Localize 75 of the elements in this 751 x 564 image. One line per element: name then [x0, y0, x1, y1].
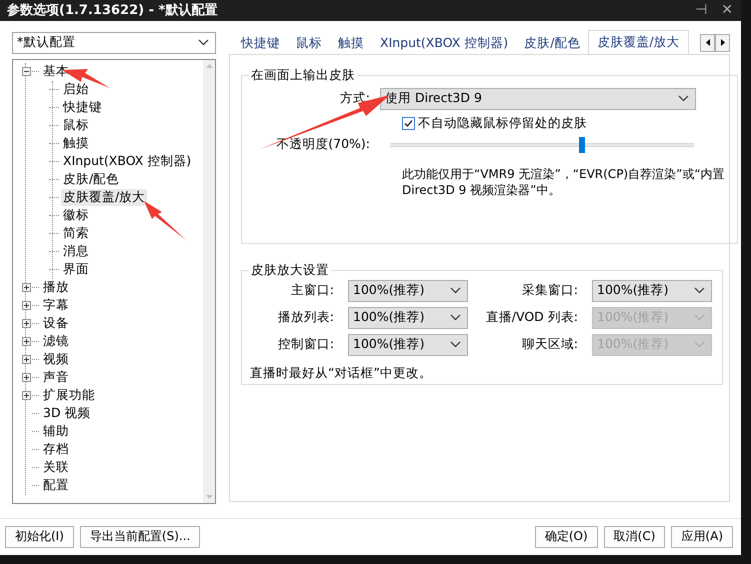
tab-scroll-left-icon[interactable] [700, 34, 715, 52]
expand-icon[interactable] [22, 355, 31, 364]
checkbox-label[interactable]: 不自动隐藏鼠标停留处的皮肤 [418, 114, 587, 132]
tab[interactable]: 皮肤覆盖/放大 [588, 30, 689, 54]
caret-icon [450, 314, 461, 322]
tree-item[interactable]: 配置 [41, 477, 71, 494]
checkbox[interactable] [402, 116, 415, 130]
tree-item[interactable]: 皮肤/配色 [61, 171, 122, 188]
tab[interactable]: 鼠标 [288, 32, 330, 54]
caret-icon [450, 287, 461, 294]
dialog-button[interactable]: 初始化(I) [5, 526, 74, 548]
tab[interactable]: 触摸 [330, 32, 372, 54]
tree-item[interactable]: 视频 [41, 351, 71, 368]
expand-icon[interactable] [22, 283, 31, 292]
caret-icon [678, 95, 689, 102]
profile-dropdown[interactable]: *默认配置 [12, 32, 216, 54]
tree-item[interactable]: 皮肤覆盖/放大 [61, 189, 148, 206]
pin-button[interactable]: ⊣ [695, 2, 708, 18]
collapse-icon[interactable] [22, 67, 31, 76]
tree-item[interactable]: 设备 [41, 315, 71, 332]
zoom-dropdown[interactable]: 100%(推荐) [348, 334, 468, 356]
annotation-arrow [144, 201, 186, 240]
expand-icon[interactable] [22, 337, 31, 346]
tree-item[interactable]: 滤镜 [41, 333, 71, 350]
dialog-button[interactable]: 导出当前配置(S)... [80, 526, 200, 548]
expand-icon[interactable] [22, 301, 31, 310]
tree-item[interactable]: 启始 [61, 81, 91, 98]
tree-item[interactable]: 消息 [61, 243, 91, 260]
dialog-button[interactable]: 取消(C) [604, 526, 666, 548]
caret-icon [694, 287, 705, 294]
caret-icon [694, 314, 705, 322]
tab[interactable]: 皮肤/配色 [516, 32, 588, 54]
tree-item[interactable]: 播放 [41, 279, 71, 296]
tree-item[interactable]: XInput(XBOX 控制器) [61, 153, 194, 170]
caret-icon [694, 341, 705, 348]
tree-item[interactable]: 徽标 [61, 207, 91, 224]
dialog-button[interactable]: 确定(O) [534, 526, 598, 548]
field-label: 控制窗口: [276, 336, 335, 354]
scrollbar[interactable] [203, 60, 215, 503]
tree-item[interactable]: 触摸 [61, 135, 91, 152]
tree-item[interactable]: 扩展功能 [41, 387, 97, 404]
zoom-dropdown[interactable]: 100%(推荐) [348, 306, 468, 329]
tree-item[interactable]: 3D 视频 [41, 405, 93, 422]
field-label: 聊天区域: [520, 336, 579, 354]
tree-item[interactable]: 关联 [41, 459, 71, 476]
slider-thumb[interactable] [578, 136, 585, 153]
field-label: 采集窗口: [520, 282, 579, 300]
expand-icon[interactable] [22, 373, 31, 382]
info-text: 此功能仅用于“VMR9 无渲染”，“EVR(CP)自荐渲染”或“内置 Direct3D 9 视频渲染器”中。 [402, 166, 726, 198]
tree-item[interactable]: 声音 [41, 369, 71, 386]
window-title: 参数选项(1.7.13622) - *默认配置 [7, 2, 218, 20]
close-button[interactable]: ✕ [721, 2, 733, 18]
field-label: 主窗口: [290, 282, 335, 300]
tree-item[interactable]: 界面 [61, 261, 91, 278]
tree-item[interactable]: 存档 [41, 441, 71, 458]
group-title: 皮肤放大设置 [250, 262, 330, 279]
tree-item[interactable]: 辅助 [41, 423, 71, 440]
tree-item[interactable]: 简索 [61, 225, 91, 242]
tree-item[interactable]: 鼠标 [61, 117, 91, 134]
group-title: 在画面上输出皮肤 [250, 66, 356, 84]
tab-scroll-right-icon[interactable] [715, 34, 730, 52]
dialog-button[interactable]: 应用(A) [671, 526, 733, 548]
field-label: 直播/VOD 列表: [484, 309, 579, 326]
expand-icon[interactable] [22, 319, 31, 328]
field-label: 播放列表: [276, 309, 335, 326]
tab[interactable]: XInput(XBOX 控制器) [372, 32, 516, 54]
tree-item[interactable]: 字幕 [41, 297, 71, 314]
tree-item[interactable]: 快捷键 [61, 99, 104, 116]
caret-icon [198, 39, 209, 46]
tab[interactable]: 快捷键 [233, 32, 288, 54]
caret-icon [450, 341, 461, 348]
info-text: 直播时最好从“对话框”中更改。 [250, 364, 433, 382]
zoom-dropdown[interactable]: 100%(推荐) [348, 280, 468, 302]
zoom-dropdown[interactable]: 100%(推荐) [592, 280, 712, 302]
expand-icon[interactable] [22, 391, 31, 400]
